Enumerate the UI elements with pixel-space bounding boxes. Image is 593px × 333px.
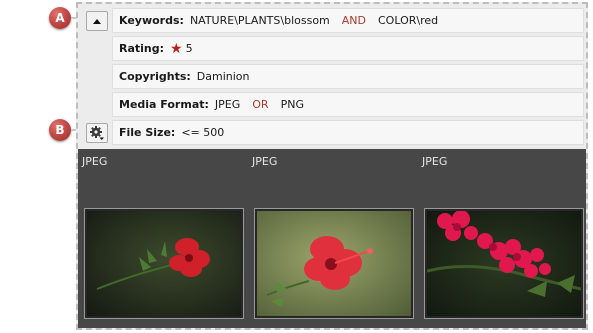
file-size-label: File Size: — [119, 126, 176, 139]
copyrights-value[interactable]: Daminion — [197, 70, 250, 83]
bougainvillea-photo — [427, 211, 581, 316]
search-filter-panel: Keywords: NATURE\PLANTS\blossom AND COLO… — [76, 2, 588, 330]
keywords-value-1[interactable]: NATURE\PLANTS\blossom — [190, 14, 330, 27]
copyrights-label: Copyrights: — [119, 70, 191, 83]
media-format-value-2[interactable]: PNG — [281, 98, 304, 111]
rating-value: 5 — [185, 42, 193, 55]
rating-value-group[interactable]: ★ 5 — [170, 42, 193, 56]
thumbnail-format-label: JPEG — [82, 155, 108, 168]
file-size-filter[interactable]: File Size: <= 500 — [112, 120, 584, 145]
media-format-operator: OR — [252, 98, 269, 111]
collapse-button[interactable] — [85, 11, 108, 31]
filter-rows: Keywords: NATURE\PLANTS\blossom AND COLO… — [82, 7, 584, 147]
keywords-filter[interactable]: Keywords: NATURE\PLANTS\blossom AND COLO… — [112, 8, 584, 33]
callout-b: B — [49, 119, 71, 141]
thumbnail-tile[interactable]: JPEG — [248, 149, 416, 328]
keywords-label: Keywords: — [119, 14, 184, 27]
keywords-value-2[interactable]: COLOR\red — [378, 14, 438, 27]
thumbnail-tile[interactable]: JPEG — [418, 149, 586, 328]
thumbnail-gallery: JPEG JPEG JPEG — [78, 149, 586, 328]
copyrights-filter[interactable]: Copyrights: Daminion — [112, 64, 584, 89]
hibiscus-photo — [257, 211, 411, 316]
media-format-value-1[interactable]: JPEG — [215, 98, 240, 111]
settings-button[interactable] — [85, 123, 108, 143]
file-size-value[interactable]: <= 500 — [181, 126, 224, 139]
callout-a: A — [49, 7, 71, 29]
gear-dropdown-icon — [89, 126, 104, 140]
rating-filter[interactable]: Rating: ★ 5 — [112, 36, 584, 61]
thumbnail-image[interactable] — [84, 208, 244, 319]
filter-row-keywords: Keywords: NATURE\PLANTS\blossom AND COLO… — [82, 7, 584, 35]
media-format-filter[interactable]: Media Format: JPEG OR PNG — [112, 92, 584, 117]
thumbnail-format-label: JPEG — [422, 155, 448, 168]
thumbnail-tile[interactable]: JPEG — [78, 149, 246, 328]
filter-row-side — [82, 119, 111, 147]
filter-row-copyrights: Copyrights: Daminion — [82, 63, 584, 91]
thumbnail-image[interactable] — [254, 208, 414, 319]
filter-row-rating: Rating: ★ 5 — [82, 35, 584, 63]
media-format-label: Media Format: — [119, 98, 209, 111]
star-icon: ★ — [170, 40, 183, 57]
filter-row-side — [82, 7, 111, 35]
hibiscus-photo — [87, 211, 241, 316]
thumbnail-format-label: JPEG — [252, 155, 278, 168]
filter-row-media-format: Media Format: JPEG OR PNG — [82, 91, 584, 119]
thumbnail-image[interactable] — [424, 208, 584, 319]
filter-row-file-size: File Size: <= 500 — [82, 119, 584, 147]
keywords-operator: AND — [341, 14, 366, 27]
rating-label: Rating: — [119, 42, 165, 55]
collapse-arrow-icon — [92, 18, 101, 24]
